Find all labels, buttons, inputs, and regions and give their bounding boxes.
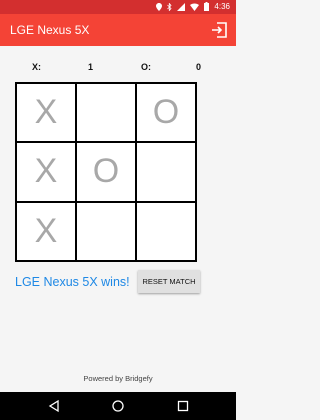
back-icon[interactable]: [47, 399, 61, 413]
battery-icon: [204, 2, 210, 11]
score-x-label: X:: [32, 62, 41, 72]
board-cell-1[interactable]: X: [17, 84, 75, 142]
exit-icon[interactable]: [211, 22, 227, 38]
app-bar: LGE Nexus 5X: [0, 14, 236, 46]
board-cell-4[interactable]: X: [17, 143, 75, 201]
board-cell-2[interactable]: [77, 84, 135, 142]
powered-by-footer: Powered by Bridgefy: [83, 374, 153, 383]
bluetooth-icon: [167, 2, 172, 11]
reset-match-button[interactable]: RESET MATCH: [138, 270, 200, 293]
status-bar: 4:36: [0, 0, 236, 14]
recent-apps-icon[interactable]: [176, 399, 190, 413]
location-icon: [156, 2, 163, 11]
board-cell-7[interactable]: X: [17, 202, 75, 260]
wifi-icon: [190, 3, 200, 11]
board-cell-5[interactable]: O: [77, 143, 135, 201]
board-cell-3[interactable]: O: [137, 84, 195, 142]
board-cell-9[interactable]: [137, 202, 195, 260]
score-o-label: O:: [141, 62, 151, 72]
status-time: 4:36: [214, 2, 230, 11]
home-icon[interactable]: [111, 399, 125, 413]
navigation-bar: [0, 392, 236, 420]
app-title: LGE Nexus 5X: [10, 23, 90, 37]
score-o-value: 0: [196, 62, 202, 72]
game-board: X O X O X: [15, 82, 197, 262]
score-x-value: 1: [88, 62, 94, 72]
board-cell-6[interactable]: [137, 143, 195, 201]
winner-message: LGE Nexus 5X wins!: [15, 275, 130, 289]
board-cell-8[interactable]: [77, 202, 135, 260]
signal-icon: [177, 2, 186, 11]
